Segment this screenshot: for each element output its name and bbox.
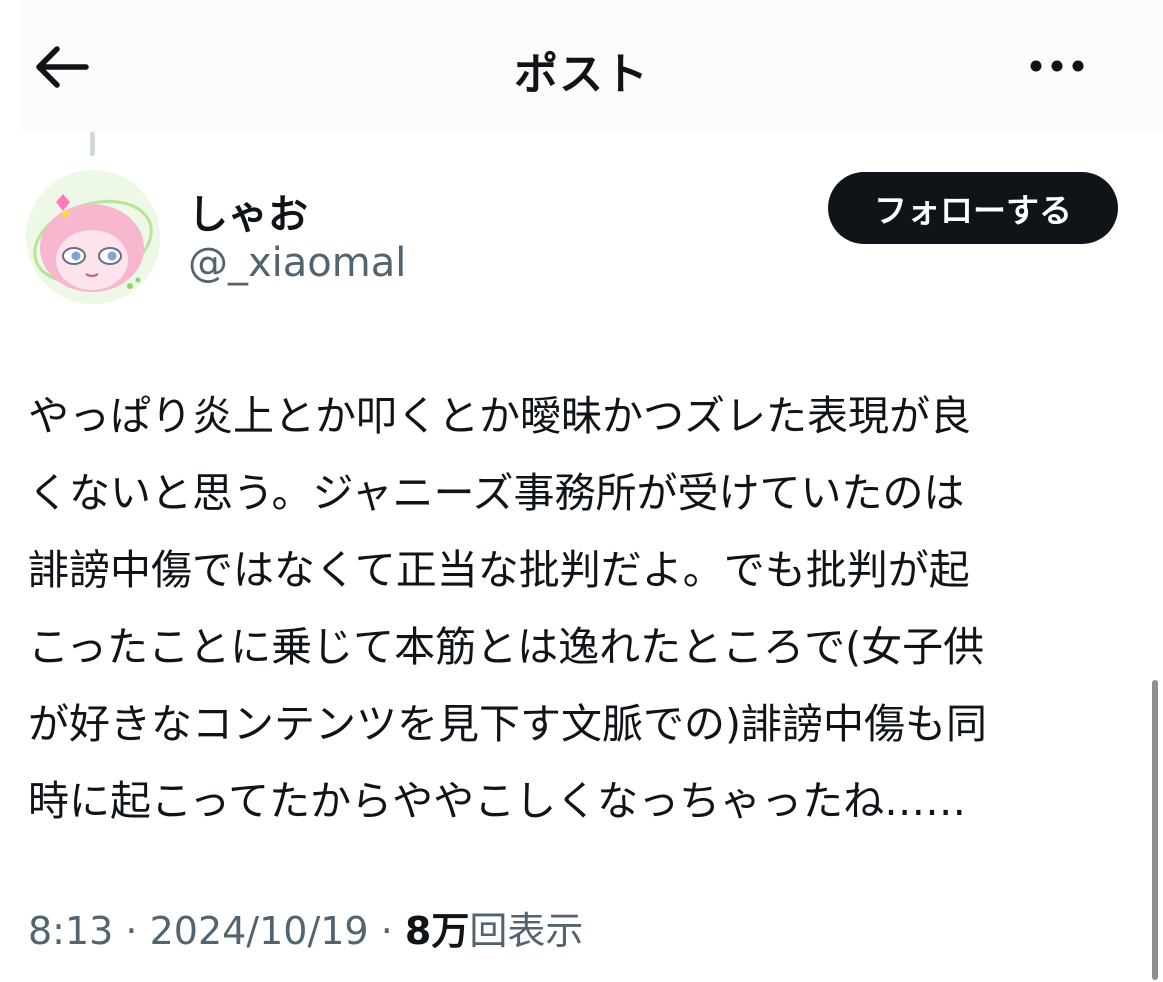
meta-separator: · [368,909,405,953]
page-title: ポスト [514,49,649,100]
views-label[interactable]: 回表示 [469,909,583,953]
post-text: やっぱり炎上とか叩くとか曖昧かつズレた表現が良 くないと思う。ジャニーズ事務所が… [28,378,1143,840]
post-line: 誹謗中傷ではなくて正当な批判だよ。でも批判が起 [28,546,970,594]
anime-girl-avatar [26,170,160,304]
post-meta: 8:13 · 2024/10/19 · 8万回表示 [28,900,583,955]
post-line: くないと思う。ジャニーズ事務所が受けていたのは [28,469,965,517]
thread-connector-line [90,132,95,156]
more-button[interactable] [1027,54,1087,78]
follow-button[interactable]: フォローする [828,172,1118,244]
views-count[interactable]: 8万 [405,909,469,953]
scrollbar[interactable] [1152,680,1158,980]
post-date[interactable]: 2024/10/19 [150,909,369,953]
author-handle[interactable]: @_xiaomal [188,240,406,286]
post-line: 時に起こってたからややこしくなっちゃったね…… [28,777,967,825]
more-horizontal-icon [1030,60,1084,72]
post-line: やっぱり炎上とか叩くとか曖昧かつズレた表現が良 [28,392,971,440]
post-time[interactable]: 8:13 [28,909,113,953]
meta-separator: · [113,909,150,953]
author-display-name[interactable]: しゃお [188,182,308,240]
avatar[interactable] [26,170,160,304]
post-line: が好きなコンテンツを見下す文脈での)誹謗中傷も同 [28,700,987,748]
post-line: こったことに乗じて本筋とは逸れたところで(女子供 [28,623,985,671]
